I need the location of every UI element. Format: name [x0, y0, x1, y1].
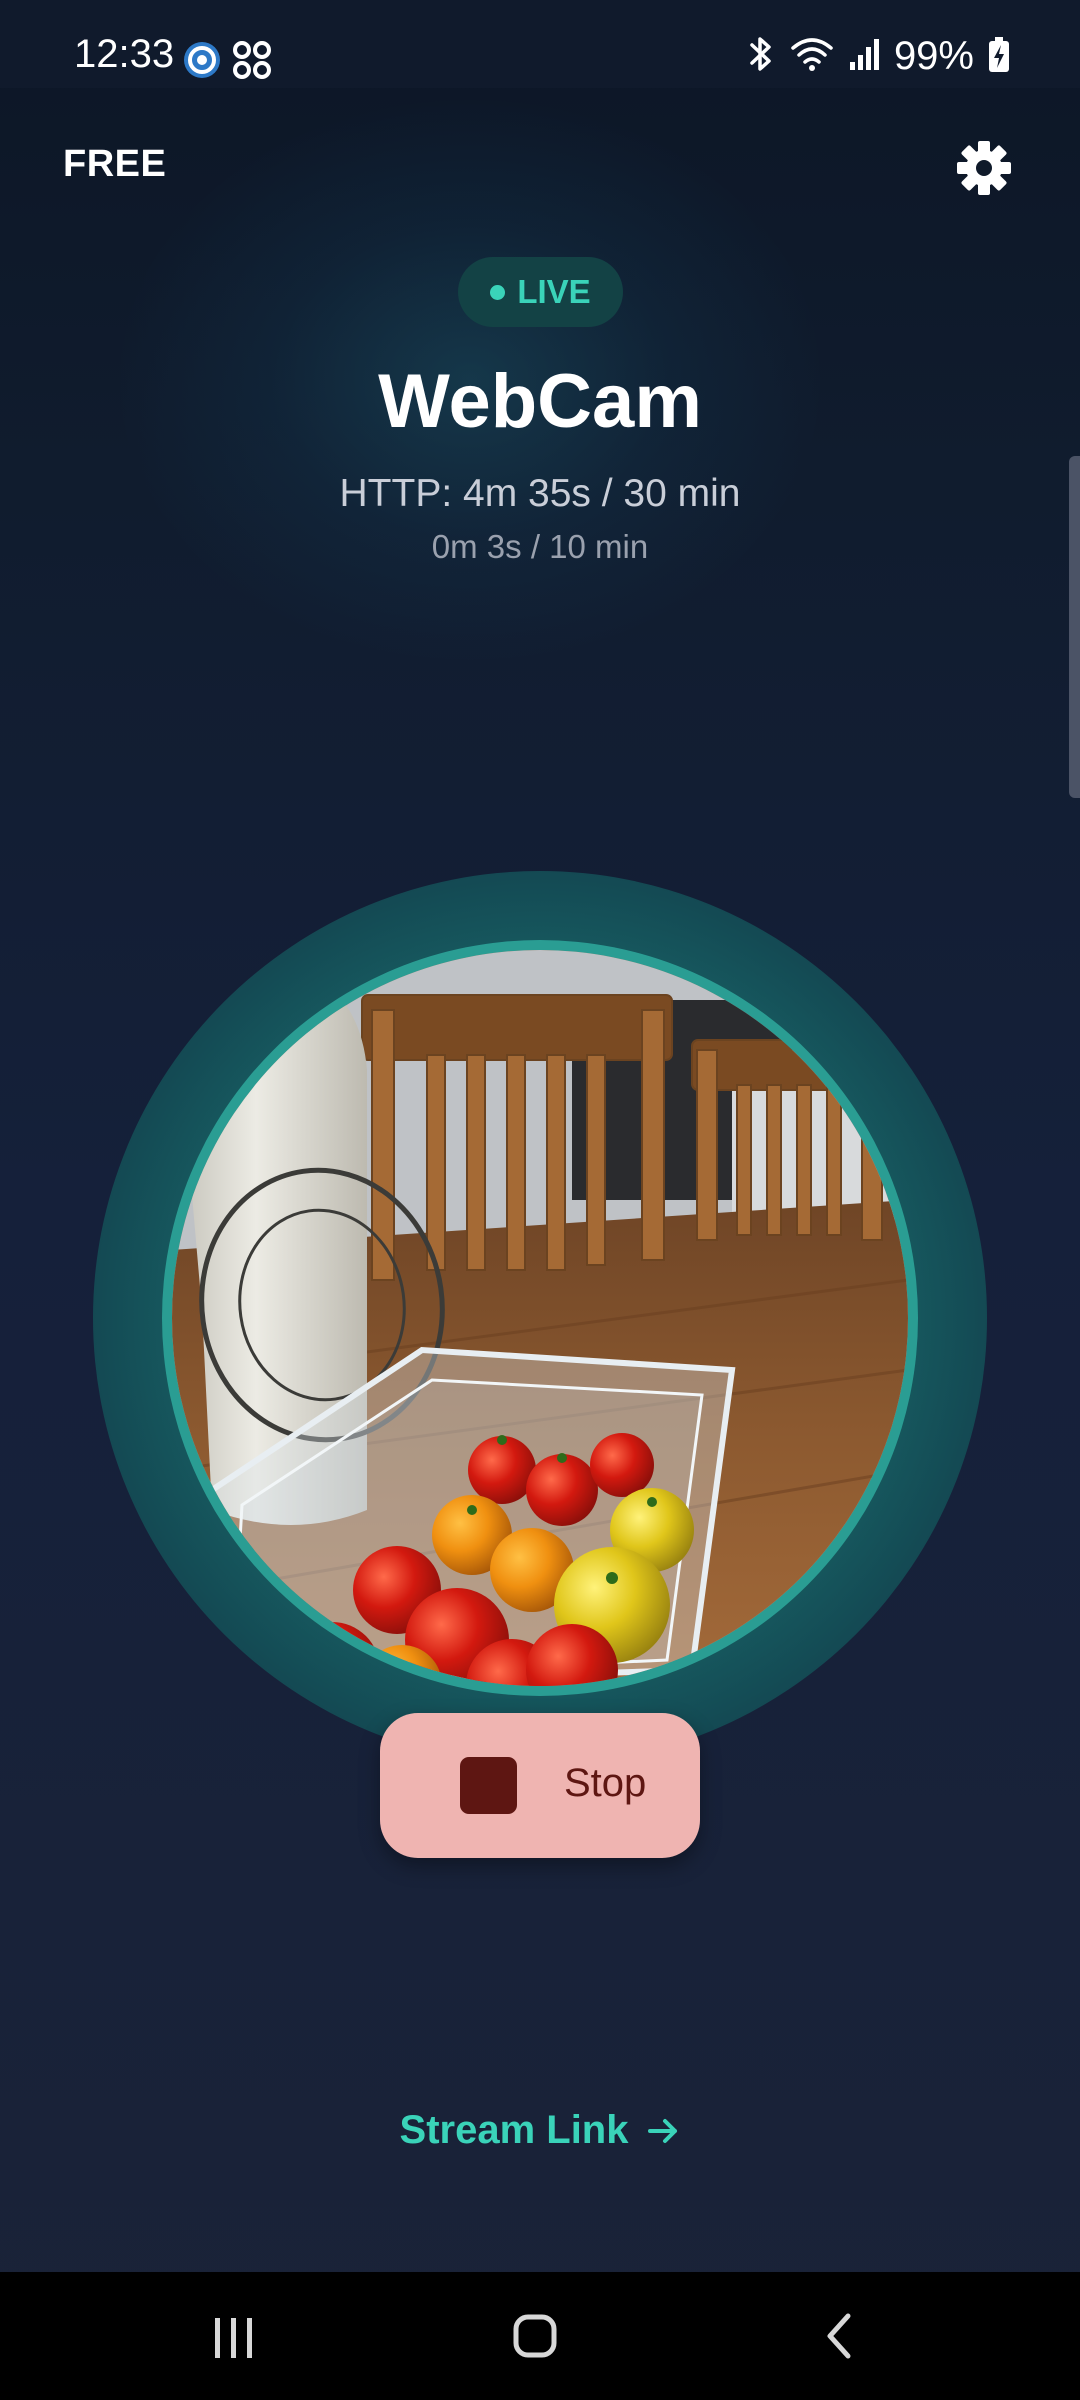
- screen: 12:33 99% FREE LIVE WebCam HTTP: 4m 35s …: [0, 0, 1080, 2400]
- live-badge: LIVE: [458, 257, 623, 327]
- plan-label[interactable]: FREE: [63, 143, 166, 186]
- system-nav-bar: [0, 2272, 1080, 2400]
- bluetooth-icon: [746, 34, 776, 79]
- live-label: LIVE: [517, 273, 591, 310]
- signal-icon: [848, 34, 880, 79]
- stream-link[interactable]: Stream Link: [0, 2108, 1080, 2153]
- camera-preview[interactable]: [172, 950, 908, 1686]
- recents-button[interactable]: [173, 2292, 293, 2380]
- app-icon-1: [182, 40, 222, 80]
- settings-button[interactable]: [954, 138, 1014, 198]
- stop-icon: [460, 1757, 517, 1814]
- gear-icon: [957, 141, 1011, 195]
- stream-link-label: Stream Link: [399, 2108, 629, 2152]
- http-timer: HTTP: 4m 35s / 30 min: [339, 472, 741, 515]
- camera-preview-image: [172, 950, 908, 1686]
- back-icon: [827, 2313, 851, 2359]
- back-button[interactable]: [778, 2292, 898, 2380]
- status-time: 12:33: [74, 32, 175, 76]
- session-timer: 0m 3s / 10 min: [431, 528, 649, 565]
- arrow-right-icon: [648, 2118, 678, 2143]
- stop-button[interactable]: Stop: [380, 1713, 700, 1858]
- stream-title: WebCam: [378, 359, 702, 444]
- recents-icon: [215, 2318, 252, 2358]
- status-indicators: 99%: [746, 36, 1010, 76]
- home-icon: [513, 2314, 557, 2358]
- scrollbar[interactable]: [1069, 456, 1080, 798]
- live-dot-icon: [490, 284, 506, 300]
- home-button[interactable]: [474, 2292, 594, 2380]
- apps-grid-icon: [232, 40, 272, 80]
- stop-label: Stop: [564, 1761, 647, 1805]
- battery-charging-icon: [988, 34, 1010, 79]
- wifi-icon: [790, 34, 834, 79]
- battery-percent: 99%: [893, 34, 974, 78]
- status-bar: 12:33 99%: [0, 0, 1080, 88]
